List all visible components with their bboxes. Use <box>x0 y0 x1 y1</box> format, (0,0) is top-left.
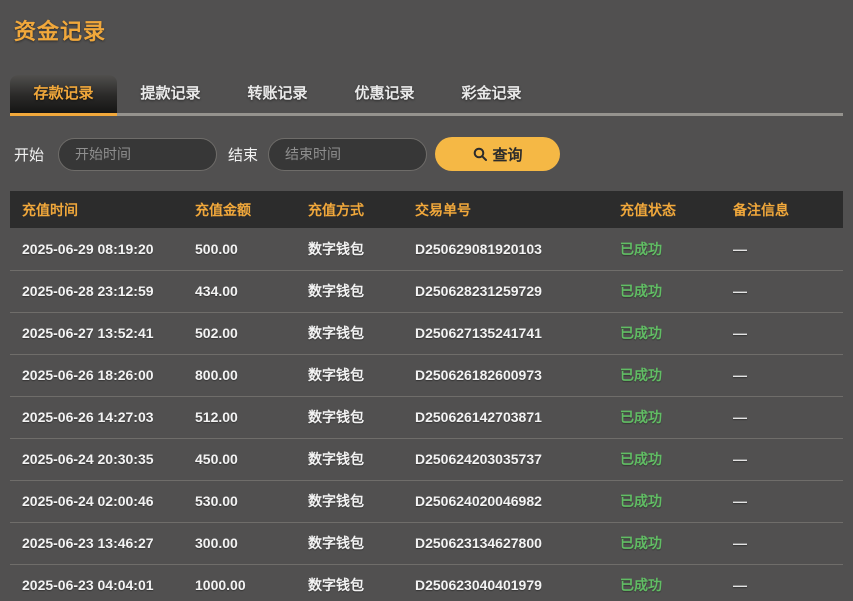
cell-recharge-method: 数字钱包 <box>308 480 415 522</box>
cell-recharge-amount: 800.00 <box>195 354 308 396</box>
cell-recharge-amount: 300.00 <box>195 522 308 564</box>
table-row: 2025-06-24 20:30:35 450.00 数字钱包 D2506242… <box>10 438 843 480</box>
cell-order-number: D250624203035737 <box>415 438 620 480</box>
cell-remark: — <box>733 312 843 354</box>
end-date-label: 结束 <box>228 144 258 165</box>
column-header: 充值时间 <box>10 191 195 228</box>
cell-remark: — <box>733 396 843 438</box>
cell-remark: — <box>733 564 843 601</box>
cell-recharge-time: 2025-06-26 18:26:00 <box>10 354 195 396</box>
column-header: 交易单号 <box>415 191 620 228</box>
cell-order-number: D250624020046982 <box>415 480 620 522</box>
search-button-label: 查询 <box>493 144 523 165</box>
start-date-input[interactable] <box>58 138 217 171</box>
date-filter-bar: 开始 结束 查询 <box>10 137 843 171</box>
cell-recharge-method: 数字钱包 <box>308 270 415 312</box>
cell-recharge-amount: 502.00 <box>195 312 308 354</box>
cell-recharge-time: 2025-06-23 13:46:27 <box>10 522 195 564</box>
table-header: 充值时间充值金额充值方式交易单号充值状态备注信息 <box>10 191 843 228</box>
cell-recharge-time: 2025-06-24 02:00:46 <box>10 480 195 522</box>
cell-recharge-status: 已成功 <box>620 270 733 312</box>
cell-recharge-status: 已成功 <box>620 228 733 270</box>
cell-recharge-status: 已成功 <box>620 480 733 522</box>
records-tabbar: 存款记录 提款记录 转账记录 优惠记录 彩金记录 <box>10 75 843 116</box>
cell-order-number: D250626142703871 <box>415 396 620 438</box>
cell-recharge-time: 2025-06-26 14:27:03 <box>10 396 195 438</box>
cell-recharge-method: 数字钱包 <box>308 354 415 396</box>
column-header: 充值状态 <box>620 191 733 228</box>
tab[interactable]: 存款记录 <box>10 75 117 113</box>
column-header: 备注信息 <box>733 191 843 228</box>
cell-remark: — <box>733 270 843 312</box>
cell-recharge-amount: 450.00 <box>195 438 308 480</box>
start-date-label: 开始 <box>14 144 44 165</box>
cell-recharge-method: 数字钱包 <box>308 228 415 270</box>
cell-recharge-time: 2025-06-23 04:04:01 <box>10 564 195 601</box>
tab-label: 优惠记录 <box>354 85 414 102</box>
tab-label: 彩金记录 <box>461 85 521 102</box>
table-row: 2025-06-26 18:26:00 800.00 数字钱包 D2506261… <box>10 354 843 396</box>
column-header: 充值金额 <box>195 191 308 228</box>
cell-recharge-method: 数字钱包 <box>308 396 415 438</box>
cell-remark: — <box>733 522 843 564</box>
cell-recharge-status: 已成功 <box>620 522 733 564</box>
cell-recharge-method: 数字钱包 <box>308 564 415 601</box>
table-row: 2025-06-26 14:27:03 512.00 数字钱包 D2506261… <box>10 396 843 438</box>
tab-label: 转账记录 <box>247 85 307 102</box>
cell-order-number: D250627135241741 <box>415 312 620 354</box>
cell-recharge-time: 2025-06-24 20:30:35 <box>10 438 195 480</box>
tab[interactable]: 提款记录 <box>117 75 224 113</box>
table-row: 2025-06-23 13:46:27 300.00 数字钱包 D2506231… <box>10 522 843 564</box>
cell-recharge-amount: 512.00 <box>195 396 308 438</box>
column-header: 充值方式 <box>308 191 415 228</box>
tab[interactable]: 彩金记录 <box>438 75 545 113</box>
table-row: 2025-06-28 23:12:59 434.00 数字钱包 D2506282… <box>10 270 843 312</box>
cell-order-number: D250629081920103 <box>415 228 620 270</box>
cell-recharge-amount: 1000.00 <box>195 564 308 601</box>
search-icon <box>473 147 487 161</box>
cell-recharge-status: 已成功 <box>620 564 733 601</box>
cell-recharge-method: 数字钱包 <box>308 522 415 564</box>
end-date-input[interactable] <box>268 138 427 171</box>
cell-order-number: D250623040401979 <box>415 564 620 601</box>
table-row: 2025-06-23 04:04:01 1000.00 数字钱包 D250623… <box>10 564 843 601</box>
cell-remark: — <box>733 228 843 270</box>
cell-recharge-amount: 530.00 <box>195 480 308 522</box>
cell-remark: — <box>733 354 843 396</box>
table-body: 2025-06-29 08:19:20 500.00 数字钱包 D2506290… <box>10 228 843 601</box>
cell-recharge-status: 已成功 <box>620 312 733 354</box>
table-row: 2025-06-29 08:19:20 500.00 数字钱包 D2506290… <box>10 228 843 270</box>
cell-recharge-status: 已成功 <box>620 438 733 480</box>
tab[interactable]: 优惠记录 <box>331 75 438 113</box>
tab-label: 存款记录 <box>33 85 93 102</box>
cell-recharge-time: 2025-06-27 13:52:41 <box>10 312 195 354</box>
table-row: 2025-06-27 13:52:41 502.00 数字钱包 D2506271… <box>10 312 843 354</box>
cell-recharge-status: 已成功 <box>620 396 733 438</box>
table-row: 2025-06-24 02:00:46 530.00 数字钱包 D2506240… <box>10 480 843 522</box>
cell-recharge-time: 2025-06-29 08:19:20 <box>10 228 195 270</box>
tab-label: 提款记录 <box>140 85 200 102</box>
cell-recharge-amount: 500.00 <box>195 228 308 270</box>
tab[interactable]: 转账记录 <box>224 75 331 113</box>
page-title: 资金记录 <box>10 0 843 46</box>
cell-recharge-time: 2025-06-28 23:12:59 <box>10 270 195 312</box>
cell-order-number: D250628231259729 <box>415 270 620 312</box>
table-header-row: 充值时间充值金额充值方式交易单号充值状态备注信息 <box>10 191 843 228</box>
cell-remark: — <box>733 480 843 522</box>
cell-recharge-method: 数字钱包 <box>308 438 415 480</box>
cell-order-number: D250623134627800 <box>415 522 620 564</box>
search-button[interactable]: 查询 <box>435 137 560 171</box>
deposit-records-table: 充值时间充值金额充值方式交易单号充值状态备注信息 2025-06-29 08:1… <box>10 191 843 601</box>
cell-recharge-status: 已成功 <box>620 354 733 396</box>
cell-recharge-method: 数字钱包 <box>308 312 415 354</box>
cell-order-number: D250626182600973 <box>415 354 620 396</box>
fund-records-page: 资金记录 存款记录 提款记录 转账记录 优惠记录 彩金记录 开始 结束 查询 <box>0 0 853 601</box>
cell-recharge-amount: 434.00 <box>195 270 308 312</box>
cell-remark: — <box>733 438 843 480</box>
